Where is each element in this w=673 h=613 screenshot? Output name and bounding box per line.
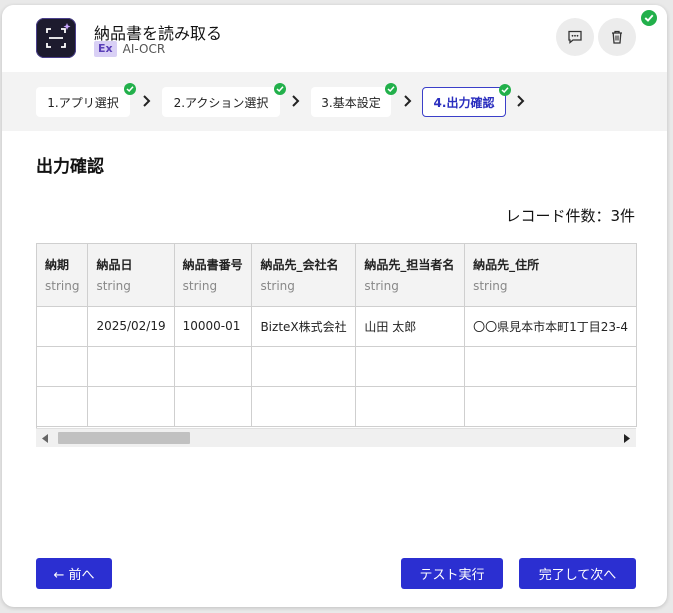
step-label: 4.出力確認 — [433, 95, 495, 110]
dialog-card: 納品書を読み取る Ex AI-OCR 1.アプリ選択 2.アクション選択 3.基… — [2, 5, 667, 607]
table-cell: 10000-01 — [174, 306, 253, 347]
table-cell — [37, 386, 89, 427]
table-row: 2025/02/19 10000-01 BizteX株式会社 山田 太郎 〇〇県… — [37, 306, 637, 347]
column-header: 納品先_担当者名 string — [355, 244, 466, 307]
chevron-right-icon — [292, 95, 300, 107]
scroll-right-arrow-icon[interactable] — [623, 434, 630, 443]
table-cell — [37, 306, 89, 347]
check-icon — [385, 83, 397, 95]
check-icon — [124, 83, 136, 95]
chevron-right-icon — [404, 95, 412, 107]
output-table: 納期 string 納品日 string 納品書番号 string 納品先_会社名 st… — [37, 244, 637, 427]
table-cell: BizteX株式会社 — [251, 306, 357, 347]
app-subtitle: Ex AI-OCR — [94, 41, 165, 57]
step-label: 2.アクション選択 — [173, 95, 269, 110]
trash-icon — [612, 30, 622, 44]
table-cell — [464, 346, 637, 387]
table-cell — [174, 346, 253, 387]
table-cell — [355, 386, 466, 427]
step-label: 3.基本設定 — [321, 95, 381, 110]
scroll-left-arrow-icon[interactable] — [42, 434, 49, 443]
step-action-select[interactable]: 2.アクション選択 — [162, 83, 286, 117]
table-cell — [464, 386, 637, 427]
stepper: 1.アプリ選択 2.アクション選択 3.基本設定 4.出力確認 — [2, 72, 667, 131]
table-cell — [87, 386, 175, 427]
step-app-select[interactable]: 1.アプリ選択 — [36, 83, 136, 117]
chevron-right-icon — [143, 95, 151, 107]
comment-button[interactable] — [556, 18, 594, 56]
table-row — [37, 386, 637, 427]
table-cell — [251, 386, 357, 427]
table-cell: 山田 太郎 — [355, 306, 466, 347]
output-table-container: 納期 string 納品日 string 納品書番号 string 納品先_会社名 st… — [36, 243, 637, 447]
table-cell — [87, 346, 175, 387]
table-cell — [355, 346, 466, 387]
header: 納品書を読み取る Ex AI-OCR — [2, 5, 667, 72]
ex-badge: Ex — [94, 41, 117, 57]
comment-icon — [568, 30, 582, 44]
section-title: 出力確認 — [36, 157, 104, 177]
horizontal-scrollbar[interactable] — [36, 428, 636, 447]
delete-button[interactable] — [598, 18, 636, 56]
table-cell — [251, 346, 357, 387]
step-basic-settings[interactable]: 3.基本設定 — [311, 83, 397, 117]
ai-ocr-app-icon — [36, 18, 76, 58]
check-icon — [499, 84, 511, 96]
table-row — [37, 346, 637, 387]
scrollbar-thumb[interactable] — [58, 432, 190, 444]
column-header: 納品先_住所 string — [464, 244, 637, 307]
table-cell — [37, 346, 89, 387]
step-output-check[interactable]: 4.出力確認 — [422, 84, 511, 117]
status-check-icon — [641, 10, 657, 26]
table-cell: 〇〇県見本市本町1丁目23-4 — [464, 306, 637, 347]
column-header: 納品日 string — [87, 244, 175, 307]
table-header-row: 納期 string 納品日 string 納品書番号 string 納品先_会社名 st… — [37, 244, 637, 307]
complete-next-button[interactable]: 完了して次へ — [519, 558, 636, 589]
chevron-right-icon — [517, 95, 525, 107]
step-label: 1.アプリ選択 — [47, 95, 119, 110]
check-icon — [274, 83, 286, 95]
prev-button[interactable]: ← 前へ — [36, 558, 112, 589]
app-name: AI-OCR — [122, 42, 166, 56]
column-header: 納品先_会社名 string — [251, 244, 357, 307]
test-run-button[interactable]: テスト実行 — [401, 558, 503, 589]
column-header: 納品書番号 string — [174, 244, 253, 307]
table-cell: 2025/02/19 — [87, 306, 175, 347]
table-cell — [174, 386, 253, 427]
record-count: レコード件数：3件 — [505, 207, 635, 225]
column-header: 納期 string — [37, 244, 89, 307]
